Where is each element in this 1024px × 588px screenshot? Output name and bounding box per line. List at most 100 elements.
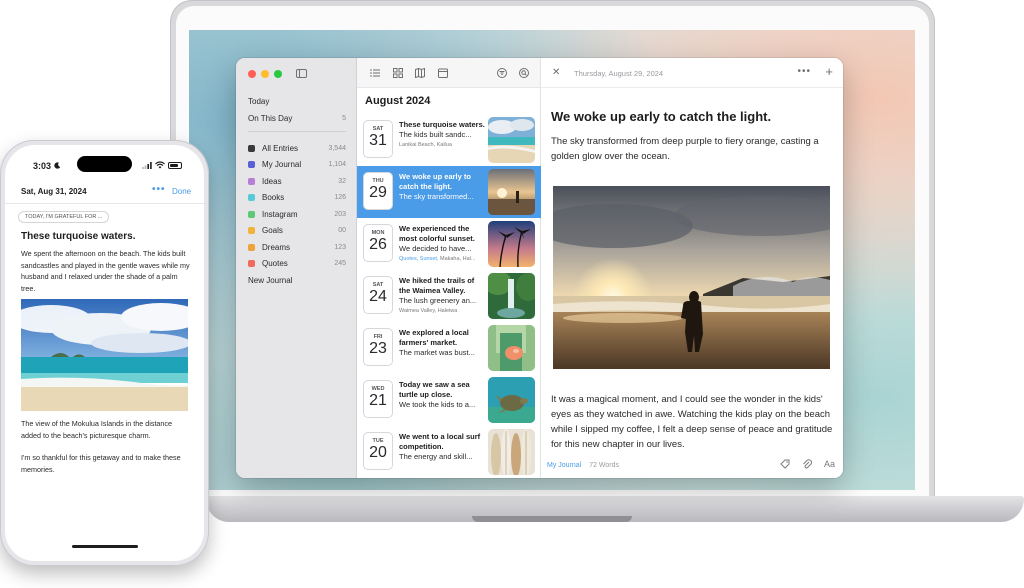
phone-paragraph-2[interactable]: The view of the Mokulua Islands in the d…	[21, 418, 193, 441]
phone-paragraph-3[interactable]: I'm so thankful for this getaway and to …	[21, 452, 193, 475]
dynamic-island	[77, 156, 132, 172]
list-item[interactable]: MON 26 We experienced the most colorful s…	[357, 218, 541, 270]
sidebar-item-count: 00	[338, 227, 346, 235]
sidebar-item-on-this-day[interactable]: On This Day 5	[248, 110, 346, 127]
entry-body-paragraph[interactable]: It was a magical moment, and I could see…	[551, 392, 833, 452]
sidebar-item-dreams[interactable]: Dreams 123	[248, 239, 346, 256]
entry-title-heading[interactable]: We woke up early to catch the light.	[551, 109, 771, 124]
text-format-button[interactable]: Aa	[824, 459, 835, 469]
journal-color-dot	[248, 260, 255, 268]
journal-color-dot	[248, 194, 255, 202]
entry-snippet: The sky transformed...	[399, 192, 474, 201]
sidebar-item-label: Dreams	[262, 242, 291, 252]
entry-date-badge: SAT 31	[363, 120, 393, 158]
list-view-icon[interactable]	[370, 68, 380, 78]
entry-list: August 2024 SAT 31 These turquoise waters…	[357, 58, 541, 478]
list-item[interactable]: SAT 24 We hiked the trails of the Waimea …	[357, 270, 541, 322]
sidebar-item-label: All Entries	[262, 143, 299, 153]
sidebar-item-instagram[interactable]: Instagram 203	[248, 206, 346, 223]
journal-color-dot	[248, 144, 255, 152]
phone-done-button[interactable]: Done	[172, 187, 191, 196]
entry-intro-paragraph[interactable]: The sky transformed from deep purple to …	[551, 134, 833, 164]
entry-text: We hiked the trails of the Waimea Valley…	[399, 276, 485, 316]
sidebar-item-all-entries[interactable]: All Entries 3,544	[248, 140, 346, 157]
entry-text: We went to a local surf competition. The…	[399, 432, 485, 462]
map-view-icon[interactable]	[415, 68, 425, 78]
more-options-icon[interactable]: •••	[797, 66, 811, 77]
entry-title: We hiked the trails of the Waimea Valley…	[399, 276, 475, 295]
list-item[interactable]: TUE 20 We went to a local surf competitio…	[357, 426, 541, 478]
entry-footer: My Journal 72 Words	[547, 462, 619, 469]
sidebar-item-label: On This Day	[248, 114, 293, 123]
sidebar: Today On This Day 5 All Entries 3,544 My …	[236, 58, 357, 478]
sidebar-item-label: My Journal	[262, 160, 302, 170]
filter-icon[interactable]	[497, 68, 507, 78]
journal-color-dot	[248, 227, 255, 235]
sidebar-item-count: 126	[334, 194, 346, 202]
list-item-selected[interactable]: THU 29 We woke up early to catch the ligh…	[357, 166, 541, 218]
sidebar-item-count: 123	[334, 243, 346, 251]
close-icon[interactable]: ✕	[552, 67, 560, 78]
close-window-button[interactable]	[248, 70, 256, 78]
sidebar-item-quotes[interactable]: Quotes 245	[248, 256, 346, 273]
entry-text: Today we saw a sea turtle up close. We t…	[399, 380, 485, 410]
entry-day: 31	[369, 132, 387, 149]
list-item[interactable]: WED 21 Today we saw a sea turtle up close…	[357, 374, 541, 426]
sidebar-item-label: Goals	[262, 226, 283, 236]
sidebar-item-goals[interactable]: Goals 00	[248, 223, 346, 240]
entry-day: 23	[369, 340, 387, 357]
list-item[interactable]: SAT 31 These turquoise waters. The kids b…	[357, 114, 541, 166]
entry-date-badge: MON 26	[363, 224, 393, 262]
entry-thumbnail-waterfall	[488, 273, 535, 319]
phone-entry-header: Sat, Aug 31, 2024 ••• Done	[5, 183, 204, 201]
phone-entry-title[interactable]: These turquoise waters.	[21, 231, 135, 242]
zoom-window-button[interactable]	[274, 70, 282, 78]
list-month-header: August 2024	[365, 95, 431, 107]
status-icons	[142, 161, 182, 169]
entry-detail: ✕ Thursday, August 29, 2024 ••• + We wok…	[541, 58, 843, 478]
phone-paragraph-1[interactable]: We spent the afternoon on the beach. The…	[21, 248, 193, 294]
new-journal-button[interactable]: New Journal	[248, 276, 292, 285]
new-entry-button[interactable]: +	[825, 64, 833, 79]
entry-snippet: We decided to have...	[399, 244, 472, 253]
entry-text: We experienced the most colorful sunset.…	[399, 224, 485, 264]
entry-title: We experienced the most colorful sunset.	[399, 224, 475, 243]
sidebar-item-ideas[interactable]: Ideas 32	[248, 173, 346, 190]
word-count: 72 Words	[589, 462, 620, 469]
entry-tags: Quotes, Sunset,	[399, 256, 439, 262]
search-icon[interactable]	[519, 68, 529, 78]
phone-more-options-icon[interactable]: •••	[152, 184, 166, 195]
list-item[interactable]: FRI 23 We explored a local farmers' marke…	[357, 322, 541, 374]
entry-day: 24	[369, 288, 387, 305]
journal-color-dot	[248, 177, 255, 185]
entry-date-heading: Thursday, August 29, 2024	[574, 69, 664, 78]
sidebar-item-label: Instagram	[262, 209, 298, 219]
entry-day: 29	[369, 184, 387, 201]
entry-meta: Quotes, Sunset, Makaha, Hal...	[399, 254, 485, 264]
attachment-icon[interactable]	[802, 459, 812, 469]
sidebar-item-count: 1,104	[328, 161, 346, 169]
calendar-view-icon[interactable]	[438, 68, 448, 78]
entry-title: We went to a local surf competition.	[399, 432, 481, 451]
phone-prompt-chip[interactable]: TODAY, I'M GRATEFUL FOR ...	[18, 211, 110, 223]
minimize-window-button[interactable]	[261, 70, 269, 78]
sidebar-toggle-icon[interactable]	[296, 69, 307, 78]
journal-name-link[interactable]: My Journal	[547, 462, 581, 469]
sidebar-item-label: Today	[248, 97, 270, 106]
home-indicator[interactable]	[72, 545, 138, 548]
entry-text: These turquoise waters. The kids built s…	[399, 120, 485, 150]
list-toolbar	[357, 58, 540, 88]
sidebar-item-count: 32	[338, 177, 346, 185]
sidebar-item-books[interactable]: Books 126	[248, 190, 346, 207]
entry-snippet: The kids built sandc...	[399, 130, 472, 139]
phone-header-divider	[5, 203, 204, 204]
journal-color-dot	[248, 161, 255, 169]
sidebar-item-my-journal[interactable]: My Journal 1,104	[248, 157, 346, 174]
sidebar-item-today[interactable]: Today	[248, 93, 346, 110]
tag-icon[interactable]	[780, 459, 790, 469]
sidebar-item-count: 203	[334, 210, 346, 218]
entry-title: We woke up early to catch the light.	[399, 172, 471, 191]
grid-view-icon[interactable]	[393, 68, 403, 78]
entry-snippet: The energy and skill...	[399, 452, 473, 461]
status-time-text: 3:03	[33, 161, 52, 171]
